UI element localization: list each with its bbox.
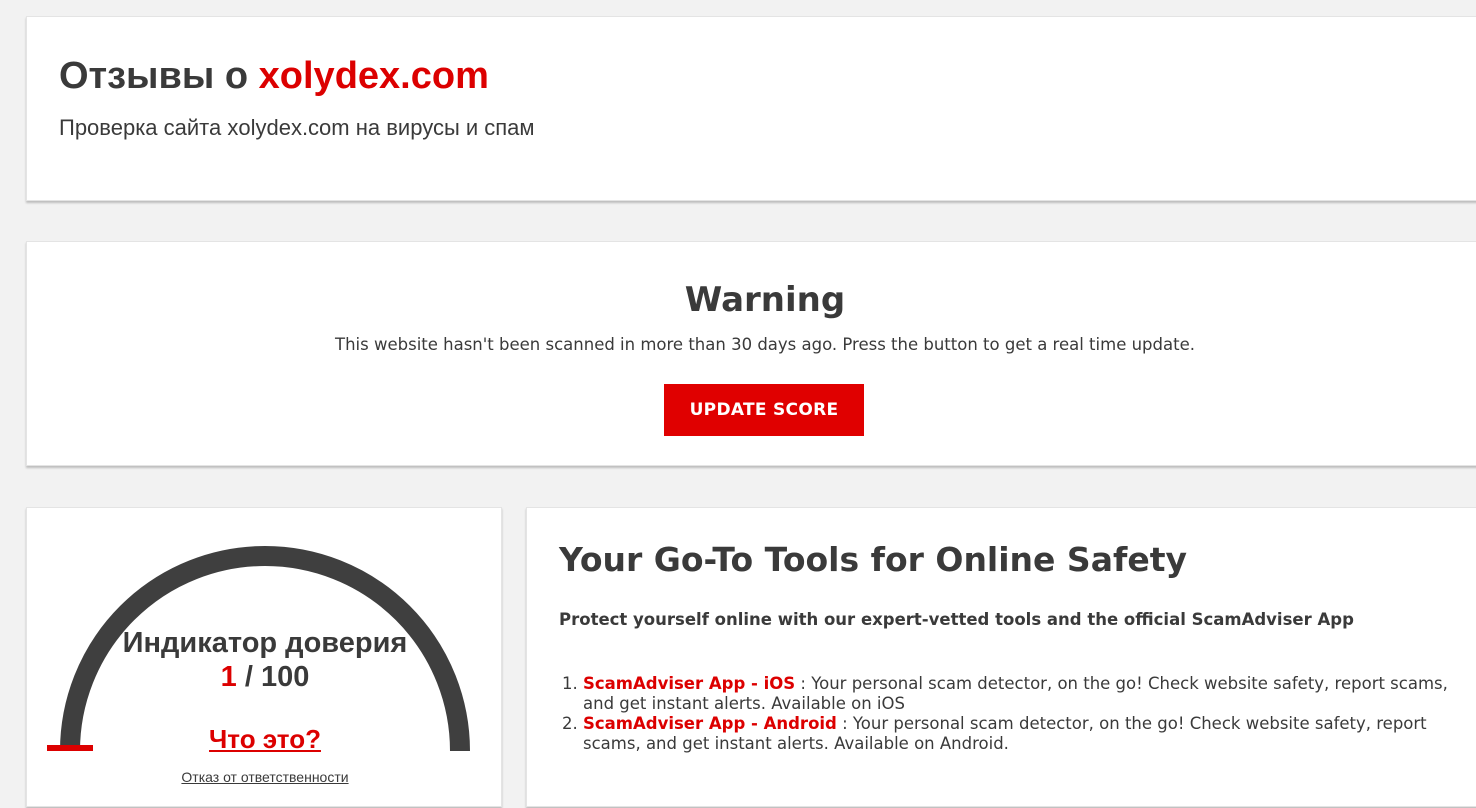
- trust-score-separator: /: [236, 661, 261, 693]
- trust-score-max: 100: [260, 661, 310, 693]
- what-is-this-link[interactable]: Что это?: [27, 724, 503, 755]
- tools-card: Your Go-To Tools for Online Safety Prote…: [526, 507, 1476, 807]
- list-item: ScamAdviser App - Android : Your persona…: [583, 714, 1476, 754]
- page-title: Отзывы о xolydex.com: [59, 55, 489, 98]
- trust-score-number: 1: [220, 661, 237, 693]
- trust-score-label: Индикатор доверия: [122, 627, 408, 659]
- warning-card: Warning This website hasn't been scanned…: [26, 241, 1476, 466]
- warning-title: Warning: [684, 280, 846, 320]
- list-item: ScamAdviser App - iOS : Your personal sc…: [583, 674, 1476, 714]
- header-card: Отзывы о xolydex.com Проверка сайта xoly…: [26, 16, 1476, 201]
- tools-intro: Protect yourself online with our expert-…: [559, 610, 1354, 629]
- page-subtitle: Проверка сайта xolydex.com на вирусы и с…: [59, 115, 535, 140]
- ios-app-link[interactable]: ScamAdviser App - iOS: [583, 674, 795, 693]
- trust-score-card: Индикатор доверия 1 / 100 Что это? Отказ…: [26, 507, 502, 807]
- tools-list: ScamAdviser App - iOS : Your personal sc…: [559, 674, 1476, 754]
- page-title-domain: xolydex.com: [258, 55, 489, 97]
- disclaimer-link[interactable]: Отказ от ответственности: [27, 769, 503, 785]
- page-title-prefix: Отзывы о: [59, 55, 259, 97]
- android-app-link[interactable]: ScamAdviser App - Android: [583, 714, 837, 733]
- warning-text: This website hasn't been scanned in more…: [335, 335, 1195, 354]
- update-score-button[interactable]: UPDATE SCORE: [664, 384, 864, 436]
- tools-title: Your Go-To Tools for Online Safety: [559, 540, 1187, 579]
- trust-score-value: 1 / 100: [27, 661, 503, 694]
